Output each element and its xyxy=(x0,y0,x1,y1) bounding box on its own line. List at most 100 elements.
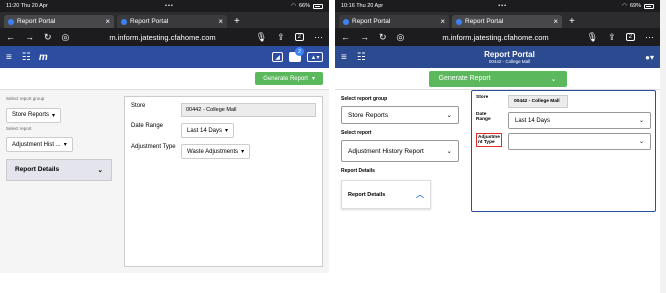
battery-icon xyxy=(644,3,654,9)
app-header: ≡ ☷ Report Portal 00442 - College Mall ●… xyxy=(335,46,660,68)
split-view: 11:20 Thu 20 Apr ••• ◠ 66% Report Portal… xyxy=(0,0,666,293)
chevron-down-icon: ▾ xyxy=(63,142,67,148)
report-details-toggle[interactable]: Report Details ⌄ xyxy=(6,159,112,181)
notification-icon[interactable]: 2 xyxy=(289,47,304,62)
report-details-toggle[interactable]: Report Details ︿ xyxy=(341,180,431,209)
favicon-icon xyxy=(343,18,349,25)
export-icon[interactable]: ◢ xyxy=(272,52,283,62)
generate-report-button[interactable]: Generate Report ⌄ xyxy=(428,70,567,87)
url-text[interactable]: m.inform.jatesting.cfahome.com xyxy=(414,33,576,42)
tab-count-button[interactable]: 2 xyxy=(625,33,635,41)
chevron-down-icon: ▾ xyxy=(225,128,229,134)
share-icon[interactable]: ⇪ xyxy=(608,32,616,43)
store-label: Store xyxy=(131,103,146,109)
battery-text: 69% xyxy=(629,3,641,9)
report-params-panel: Store 00442 - College Mall Date Range La… xyxy=(124,96,323,267)
user-menu-icon[interactable]: ▲▾ xyxy=(307,52,323,62)
report-group-select[interactable]: Store Reports ▾ xyxy=(6,107,62,123)
date-range-value: Last 14 Days xyxy=(187,127,223,134)
hamburger-icon[interactable]: ≡ xyxy=(6,52,12,63)
report-selector: Select report group Store Reports ▾ Sele… xyxy=(0,90,118,273)
battery-icon xyxy=(313,3,323,9)
adjustment-type-select[interactable]: ⌄ xyxy=(508,133,651,150)
report-select[interactable]: Adjustment History Report ⌄ xyxy=(341,140,459,162)
multitask-dots[interactable]: ••• xyxy=(498,3,507,9)
generate-label: Generate Report xyxy=(263,75,308,82)
reload-icon[interactable]: ↻ xyxy=(379,32,387,43)
tab-label: Report Portal xyxy=(465,18,504,25)
close-tab-icon[interactable]: × xyxy=(440,17,445,26)
status-bar: 10:16 Thu 20 Apr ••• ◠ 69% xyxy=(335,0,660,12)
new-tab-icon[interactable]: + xyxy=(230,15,244,28)
report-value: Adjustment History Report xyxy=(348,147,424,155)
forward-icon[interactable]: → xyxy=(25,32,34,42)
tab-count-button[interactable]: 2 xyxy=(294,33,304,41)
store-value: 00442 - College Mall xyxy=(508,95,568,108)
adjustment-type-label: Adjustment Type xyxy=(131,144,176,150)
tab-label: Report Portal xyxy=(17,18,56,25)
mic-icon[interactable]: 🎙 xyxy=(587,32,598,43)
adjustment-type-row: Adjustme nt Type ⌄ xyxy=(476,133,651,150)
more-icon[interactable]: ⋯ xyxy=(645,32,654,43)
status-time: 11:20 Thu 20 Apr xyxy=(6,3,48,9)
generate-bar: Generate Report ▾ xyxy=(0,68,329,90)
more-icon[interactable]: ⋯ xyxy=(314,32,323,43)
forward-icon[interactable]: → xyxy=(360,32,369,42)
report-details-label: Report Details xyxy=(348,191,386,198)
generate-label: Generate Report xyxy=(438,75,491,82)
date-range-label: Date Range xyxy=(476,112,491,122)
share-icon[interactable]: ⇪ xyxy=(277,32,285,43)
site-icon[interactable]: ◎ xyxy=(62,32,70,43)
chevron-down-icon: ⌄ xyxy=(638,139,644,145)
generate-report-button[interactable]: Generate Report ▾ xyxy=(255,72,323,85)
reload-icon[interactable]: ↻ xyxy=(44,32,52,43)
title-text: Report Portal xyxy=(484,50,535,59)
store-row: Store 00442 - College Mall xyxy=(476,95,651,108)
browser-tab-1[interactable]: Report Portal × xyxy=(4,15,114,28)
report-group-value: Store Reports xyxy=(348,111,389,119)
new-tab-icon[interactable]: + xyxy=(565,15,579,28)
report-value: Adjustment Hist ... xyxy=(12,141,61,148)
url-text[interactable]: m.inform.jatesting.cfahome.com xyxy=(79,33,245,42)
favicon-icon xyxy=(8,18,14,25)
browser-tab-2[interactable]: Report Portal × xyxy=(117,15,227,28)
chevron-down-icon: ⌄ xyxy=(550,75,557,83)
report-group-select[interactable]: Store Reports ⌄ xyxy=(341,106,459,124)
back-icon[interactable]: ← xyxy=(6,32,15,42)
close-tab-icon[interactable]: × xyxy=(218,17,223,26)
chevron-down-icon: ▾ xyxy=(52,112,56,119)
hamburger-icon[interactable]: ≡ xyxy=(341,52,347,63)
browser-tab-1[interactable]: Report Portal × xyxy=(339,15,449,28)
site-icon[interactable]: ◎ xyxy=(397,32,405,43)
favicon-icon xyxy=(456,18,462,25)
user-menu-icon[interactable]: ●▾ xyxy=(645,53,654,62)
chevron-down-icon: ⌄ xyxy=(638,118,644,124)
date-range-select[interactable]: Last 14 Days ⌄ xyxy=(508,112,651,129)
status-time: 10:16 Thu 20 Apr xyxy=(341,3,384,9)
date-range-select[interactable]: Last 14 Days ▾ xyxy=(181,123,235,138)
report-body: Select report group Store Reports ⌄ Sele… xyxy=(335,90,660,273)
select-report-label: Select report xyxy=(6,125,32,131)
adjustment-type-select[interactable]: Waste Adjustments ▾ xyxy=(181,144,251,159)
status-bar: 11:20 Thu 20 Apr ••• ◠ 66% xyxy=(0,0,329,12)
multitask-dots[interactable]: ••• xyxy=(165,3,174,9)
mic-icon[interactable]: 🎙 xyxy=(256,32,267,43)
url-bar: ← → ↻ ◎ m.inform.jatesting.cfahome.com 🎙… xyxy=(0,28,329,46)
close-tab-icon[interactable]: × xyxy=(553,17,558,26)
browser-tabbar: Report Portal × Report Portal × + xyxy=(335,12,660,28)
wifi-icon: ◠ xyxy=(291,3,296,9)
select-group-label: Select report group xyxy=(341,96,388,102)
report-list-icon[interactable]: ☷ xyxy=(357,52,366,63)
back-icon[interactable]: ← xyxy=(341,32,350,42)
adjustment-type-value: Waste Adjustments xyxy=(187,148,239,155)
browser-tab-2[interactable]: Report Portal × xyxy=(452,15,562,28)
close-tab-icon[interactable]: × xyxy=(105,17,110,26)
adjustment-type-label: Adjustme nt Type xyxy=(476,133,502,147)
browser-tabbar: Report Portal × Report Portal × + xyxy=(0,12,329,28)
report-list-icon[interactable]: ☷ xyxy=(22,52,31,63)
report-select[interactable]: Adjustment Hist ... ▾ xyxy=(6,137,73,152)
generate-bar: Generate Report ⌄ xyxy=(335,68,660,90)
favicon-icon xyxy=(121,18,127,25)
battery-text: 66% xyxy=(298,3,310,9)
tab-label: Report Portal xyxy=(352,18,391,25)
